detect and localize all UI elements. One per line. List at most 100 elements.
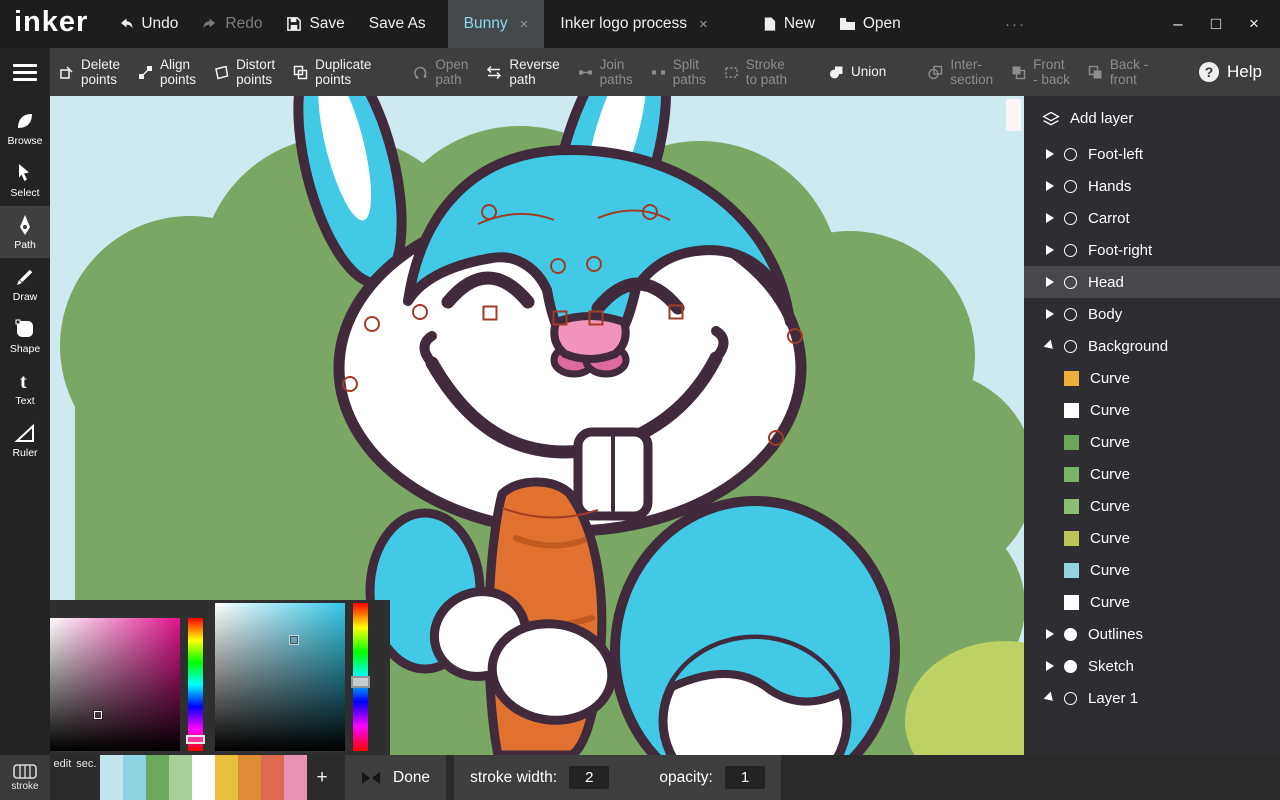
layer-circle-icon[interactable] [1064, 340, 1077, 353]
tab-bunny[interactable]: Bunny × [448, 0, 545, 48]
layer-row-hands[interactable]: Hands [1024, 170, 1280, 202]
curve-color-swatch[interactable] [1064, 467, 1079, 482]
expander-icon[interactable] [1046, 149, 1054, 159]
split-paths-button[interactable]: Splitpaths [642, 48, 715, 96]
hue-slider-handle[interactable] [186, 735, 205, 744]
layer-row-head[interactable]: Head [1024, 266, 1280, 298]
color-swatch[interactable] [238, 755, 261, 800]
layer-circle-icon[interactable] [1064, 276, 1077, 289]
canvas-scrollbar-thumb[interactable] [1006, 99, 1021, 131]
layer-row-body[interactable]: Body [1024, 298, 1280, 330]
layer-circle-icon[interactable] [1064, 244, 1077, 257]
maximize-button[interactable]: □ [1202, 14, 1230, 34]
delete-points-button[interactable]: Deletepoints [50, 48, 129, 96]
expander-icon[interactable] [1046, 661, 1054, 671]
layer-row-curve[interactable]: Curve [1024, 490, 1280, 522]
open-button[interactable]: Open [827, 0, 913, 48]
new-button[interactable]: New [750, 0, 827, 48]
layer-row-curve[interactable]: Curve [1024, 362, 1280, 394]
expander-icon[interactable] [1046, 277, 1054, 287]
tab-inker-logo-process[interactable]: Inker logo process × [544, 0, 723, 48]
expander-icon[interactable] [1046, 181, 1054, 191]
layer-row-curve[interactable]: Curve [1024, 394, 1280, 426]
curve-color-swatch[interactable] [1064, 563, 1079, 578]
layer-row-background[interactable]: Background [1024, 330, 1280, 362]
layer-circle-icon[interactable] [1064, 692, 1077, 705]
hue-slider[interactable] [353, 603, 368, 751]
color-swatch[interactable] [100, 755, 123, 800]
color-swatch[interactable] [284, 755, 307, 800]
hue-slider[interactable] [188, 618, 203, 751]
color-swatch[interactable] [169, 755, 192, 800]
tool-draw[interactable]: Draw [0, 258, 50, 310]
layer-circle-icon[interactable] [1064, 212, 1077, 225]
done-button[interactable]: Done [393, 769, 430, 787]
layer-row-foot-left[interactable]: Foot-left [1024, 138, 1280, 170]
curve-color-swatch[interactable] [1064, 403, 1079, 418]
saturation-field[interactable] [215, 603, 345, 751]
color-swatch[interactable] [215, 755, 238, 800]
hue-slider-handle[interactable] [351, 676, 370, 688]
color-cursor[interactable] [290, 636, 298, 644]
overflow-menu[interactable]: ··· [997, 16, 1034, 33]
layer-row-outlines[interactable]: Outlines [1024, 618, 1280, 650]
back-front-button[interactable]: Back -front [1079, 48, 1157, 96]
save-as-button[interactable]: Save As [357, 0, 438, 48]
tool-text[interactable]: t Text [0, 362, 50, 414]
align-points-button[interactable]: Alignpoints [129, 48, 205, 96]
front-back-button[interactable]: Front- back [1002, 48, 1079, 96]
tool-path[interactable]: Path [0, 206, 50, 258]
reverse-path-button[interactable]: Reversepath [477, 48, 568, 96]
layer-row-curve[interactable]: Curve [1024, 522, 1280, 554]
join-paths-button[interactable]: Joinpaths [569, 48, 642, 96]
curve-color-swatch[interactable] [1064, 595, 1079, 610]
tool-select[interactable]: Select [0, 154, 50, 206]
tool-shape[interactable]: Shape [0, 310, 50, 362]
duplicate-points-button[interactable]: Duplicatepoints [284, 48, 380, 96]
close-button[interactable]: × [1240, 14, 1268, 34]
distort-points-button[interactable]: Distortpoints [205, 48, 284, 96]
undo-button[interactable]: Undo [106, 0, 190, 48]
expander-icon[interactable] [1044, 340, 1057, 353]
stroke-width-input[interactable]: 2 [569, 766, 609, 789]
layer-row-curve[interactable]: Curve [1024, 554, 1280, 586]
opacity-input[interactable]: 1 [725, 766, 765, 789]
expander-icon[interactable] [1044, 692, 1057, 705]
tab-close-icon[interactable]: × [699, 16, 708, 33]
intersection-button[interactable]: Inter-section [919, 48, 1002, 96]
layer-circle-icon[interactable] [1064, 628, 1077, 641]
color-swatch[interactable] [261, 755, 284, 800]
expander-icon[interactable] [1046, 213, 1054, 223]
redo-button[interactable]: Redo [190, 0, 274, 48]
layer-circle-icon[interactable] [1064, 180, 1077, 193]
open-path-button[interactable]: Openpath [404, 48, 477, 96]
curve-color-swatch[interactable] [1064, 531, 1079, 546]
color-swatch[interactable] [192, 755, 215, 800]
layer-circle-icon[interactable] [1064, 148, 1077, 161]
layer-row-sketch[interactable]: Sketch [1024, 650, 1280, 682]
hamburger-menu-button[interactable] [0, 48, 50, 96]
add-layer-button[interactable]: Add layer [1024, 96, 1280, 138]
layer-row-carrot[interactable]: Carrot [1024, 202, 1280, 234]
drawing-canvas[interactable] [50, 96, 1024, 755]
sec-label[interactable]: sec. [76, 758, 96, 800]
curve-color-swatch[interactable] [1064, 499, 1079, 514]
help-button[interactable]: ? Help [1181, 48, 1280, 96]
expander-icon[interactable] [1046, 629, 1054, 639]
curve-color-swatch[interactable] [1064, 435, 1079, 450]
color-swatch[interactable] [123, 755, 146, 800]
tool-ruler[interactable]: Ruler [0, 414, 50, 466]
layer-row-layer-1[interactable]: Layer 1 [1024, 682, 1280, 714]
layer-row-curve[interactable]: Curve [1024, 426, 1280, 458]
layer-circle-icon[interactable] [1064, 660, 1077, 673]
expander-icon[interactable] [1046, 309, 1054, 319]
saturation-field[interactable] [50, 618, 180, 751]
layer-circle-icon[interactable] [1064, 308, 1077, 321]
expander-icon[interactable] [1046, 245, 1054, 255]
save-button[interactable]: Save [274, 0, 356, 48]
add-swatch-button[interactable]: + [307, 755, 337, 800]
layer-row-foot-right[interactable]: Foot-right [1024, 234, 1280, 266]
layer-row-curve[interactable]: Curve [1024, 586, 1280, 618]
layer-row-curve[interactable]: Curve [1024, 458, 1280, 490]
color-cursor[interactable] [94, 711, 102, 719]
